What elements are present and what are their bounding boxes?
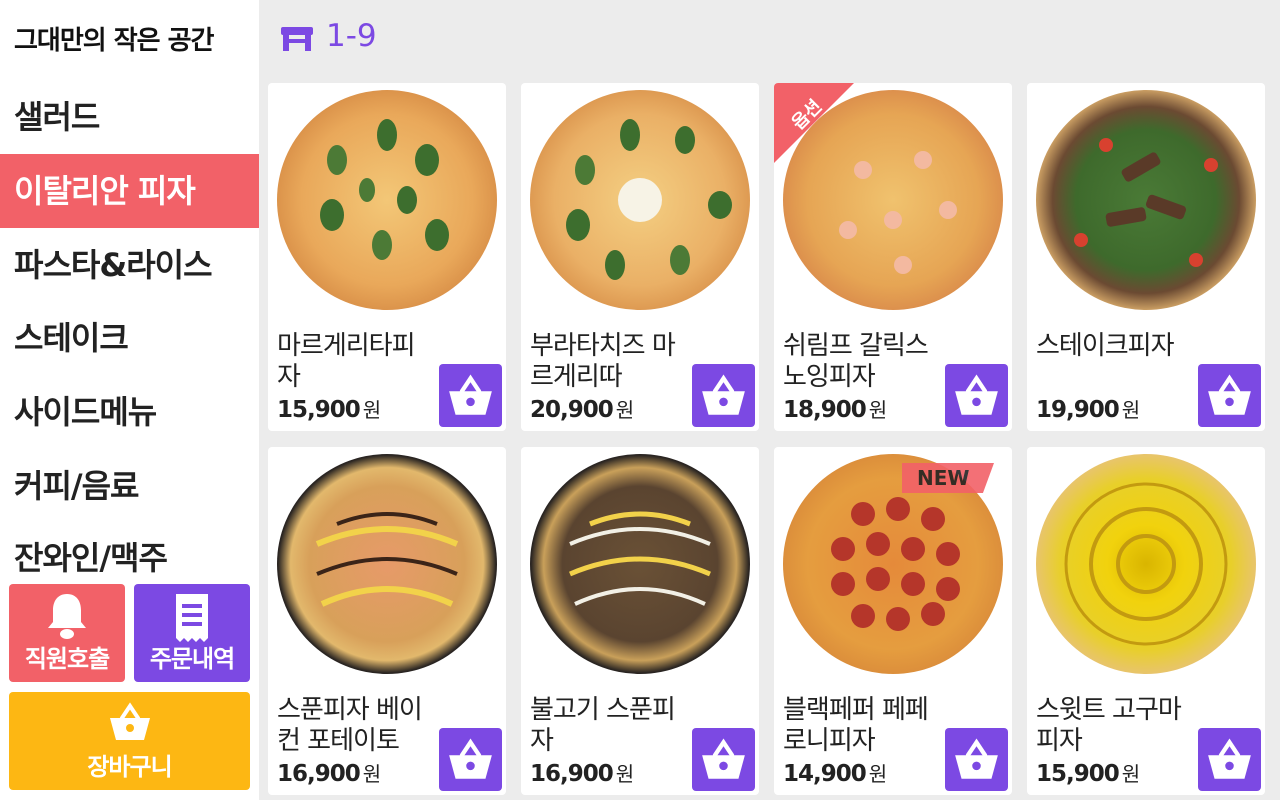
product-image [530,454,750,674]
staff-call-button[interactable]: 직원호출 [9,584,125,682]
cart-label: 장바구니 [87,753,172,781]
product-price: 16,900 원 [277,761,381,787]
product-card[interactable]: 스윗트 고구마 피자 15,900 원 [1027,447,1265,795]
add-to-cart-button[interactable] [439,728,502,791]
add-to-cart-button[interactable] [945,364,1008,427]
basket-icon [449,738,492,779]
add-to-cart-button[interactable] [692,728,755,791]
product-name: 스푼피자 베이컨 포테이토 [277,695,423,756]
product-card[interactable]: 부라타치즈 마르게리따 20,900 원 [521,83,759,431]
product-price: 16,900 원 [530,761,634,787]
product-card[interactable]: 불고기 스푼피자 16,900 원 [521,447,759,795]
product-name: 부라타치즈 마르게리따 [530,331,676,392]
category-salad[interactable]: 샐러드 [0,80,259,154]
product-price: 20,900 원 [530,397,634,423]
product-price: 19,900 원 [1036,397,1140,423]
category-italian-pizza[interactable]: 이탈리안 피자 [0,154,259,228]
table-number: 1-9 [326,18,377,54]
add-to-cart-button[interactable] [439,364,502,427]
bell-icon [45,592,89,644]
product-name: 불고기 스푼피자 [530,695,676,756]
product-price: 15,900 원 [277,397,381,423]
order-history-button[interactable]: 주문내역 [134,584,250,682]
add-to-cart-button[interactable] [945,728,1008,791]
staff-call-label: 직원호출 [24,645,110,673]
cart-button[interactable]: 장바구니 [9,692,250,790]
product-card[interactable]: 마르게리타피자 15,900 원 [268,83,506,431]
product-name: 블랙페퍼 페페로니피자 [783,695,929,756]
store-name: 그대만의 작은 공간 [14,26,214,56]
category-steak[interactable]: 스테이크 [0,301,259,375]
basket-icon [702,738,745,779]
category-side-menu[interactable]: 사이드메뉴 [0,375,259,449]
product-image [1036,90,1256,310]
product-price: 15,900 원 [1036,761,1140,787]
basket-icon [702,374,745,415]
sidebar: 그대만의 작은 공간 샐러드 이탈리안 피자 파스타&라이스 스테이크 사이드메… [0,0,259,800]
product-card[interactable]: NEW 블랙페퍼 페페로니피자 14,900 원 [774,447,1012,795]
basket-icon [1208,374,1251,415]
order-history-label: 주문내역 [149,645,235,673]
category-coffee-drinks[interactable]: 커피/음료 [0,449,259,523]
add-to-cart-button[interactable] [1198,364,1261,427]
product-price: 14,900 원 [783,761,887,787]
product-card[interactable]: 옵션 쉬림프 갈릭스노잉피자 18,900 원 [774,83,1012,431]
product-name: 마르게리타피자 [277,331,416,392]
product-image [1036,454,1256,674]
option-badge: 옵션 [774,83,854,163]
product-name: 쉬림프 갈릭스노잉피자 [783,331,929,392]
basket-icon [449,374,492,415]
product-name: 스테이크피자 [1036,331,1175,361]
product-name: 스윗트 고구마 피자 [1036,695,1182,756]
product-price: 18,900 원 [783,397,887,423]
product-card[interactable]: 스푼피자 베이컨 포테이토 16,900 원 [268,447,506,795]
add-to-cart-button[interactable] [692,364,755,427]
product-card[interactable]: 스테이크피자 19,900 원 [1027,83,1265,431]
basket-icon [1208,738,1251,779]
basket-icon [955,738,998,779]
basket-icon [108,702,152,746]
basket-icon [955,374,998,415]
receipt-icon [172,592,212,646]
product-image [277,454,497,674]
table-icon [280,25,314,57]
category-pasta-rice[interactable]: 파스타&라이스 [0,228,259,302]
product-image [530,90,750,310]
new-badge: NEW [902,463,994,493]
add-to-cart-button[interactable] [1198,728,1261,791]
product-image [277,90,497,310]
